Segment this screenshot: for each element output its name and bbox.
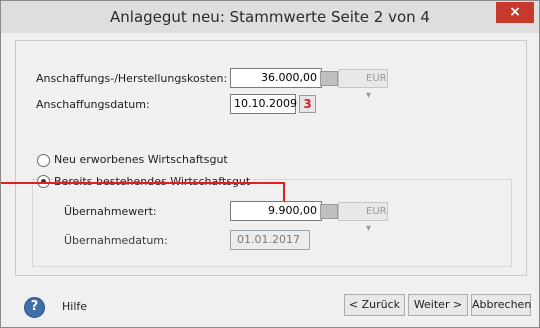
- next-button[interactable]: Weiter >: [408, 294, 468, 316]
- takeover-date-label: Übernahmedatum:: [64, 234, 168, 247]
- cost-currency-select[interactable]: EUR ▾: [338, 69, 388, 101]
- back-button[interactable]: < Zurück: [344, 294, 405, 316]
- window-title: Anlagegut neu: Stammwerte Seite 2 von 4: [110, 8, 430, 26]
- takeover-currency-select[interactable]: EUR ▾: [338, 202, 388, 234]
- cost-input[interactable]: 36.000,00: [230, 68, 322, 88]
- existing-asset-group: Übernahmewert: 9.900,00 EUR ▾ Übernahmed…: [32, 179, 512, 267]
- date-label: Anschaffungsdatum:: [36, 98, 150, 111]
- cost-currency-color: [320, 71, 338, 86]
- annotation-line-horizontal: [1, 182, 285, 184]
- cancel-button[interactable]: Abbrechen: [471, 294, 531, 316]
- radio-new-asset-label[interactable]: Neu erworbenes Wirtschaftsgut: [54, 153, 228, 166]
- annotation-line-vertical: [283, 182, 285, 201]
- calendar-icon[interactable]: 3: [299, 95, 316, 113]
- content-panel: Anschaffungs-/Herstellungskosten: 36.000…: [15, 40, 527, 276]
- takeover-currency-color: [320, 204, 338, 219]
- takeover-value-label: Übernahmewert:: [64, 205, 157, 218]
- help-icon[interactable]: ?: [24, 297, 45, 318]
- cost-currency-value: EUR: [366, 73, 387, 84]
- title-bar: Anlagegut neu: Stammwerte Seite 2 von 4 …: [1, 1, 539, 33]
- takeover-currency-value: EUR: [366, 206, 387, 217]
- cost-label: Anschaffungs-/Herstellungskosten:: [36, 72, 228, 85]
- radio-new-asset[interactable]: [37, 154, 50, 167]
- takeover-date-input: 01.01.2017: [230, 230, 310, 250]
- help-label[interactable]: Hilfe: [62, 300, 87, 313]
- close-button[interactable]: ×: [496, 2, 534, 23]
- chevron-down-icon: ▾: [366, 90, 372, 101]
- date-input[interactable]: 10.10.2009: [230, 94, 297, 114]
- chevron-down-icon: ▾: [366, 223, 372, 234]
- dialog-window: Anlagegut neu: Stammwerte Seite 2 von 4 …: [0, 0, 540, 328]
- takeover-value-input[interactable]: 9.900,00: [230, 201, 322, 221]
